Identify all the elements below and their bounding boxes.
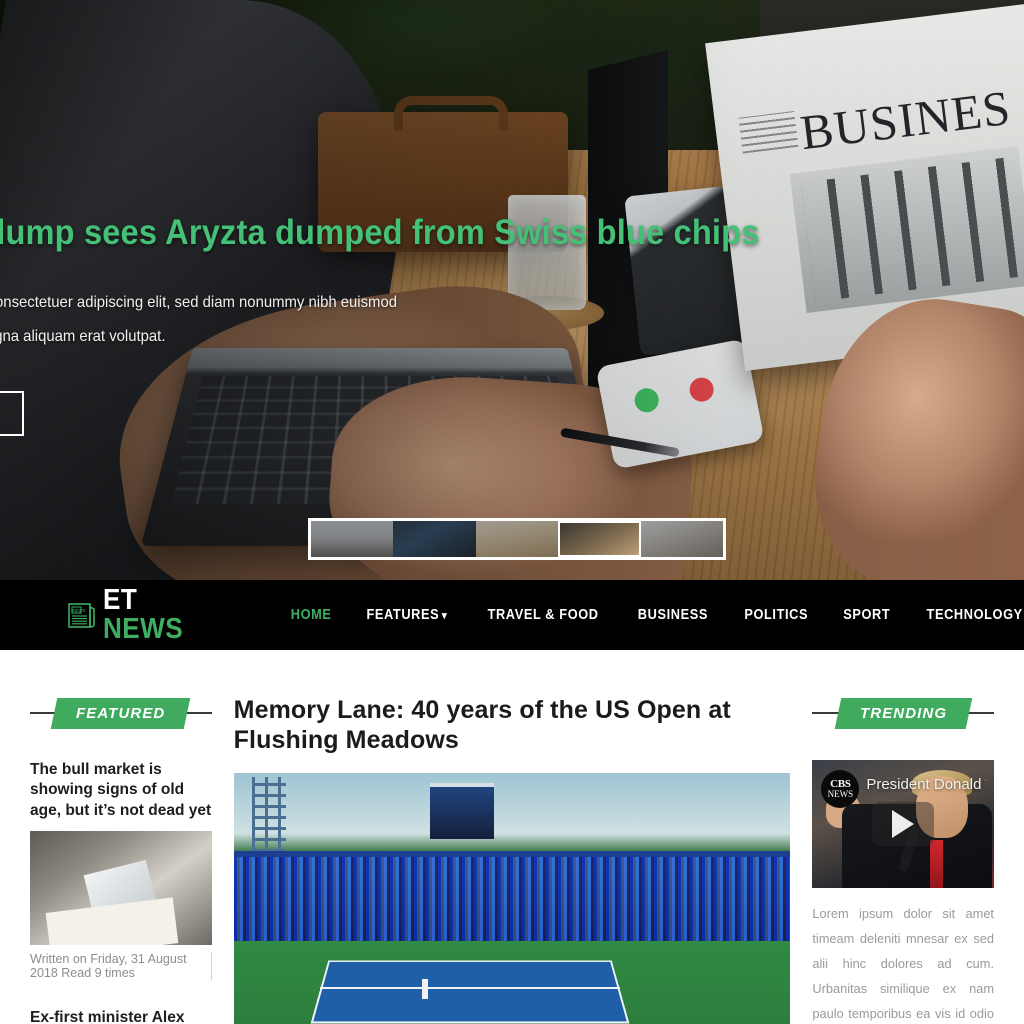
nav-item-features[interactable]: FEATURES ▾: [367, 607, 448, 623]
featured-article-2-title[interactable]: Ex-first minister Alex Salmond denies: [30, 1008, 212, 1024]
featured-article-1-meta: Written on Friday, 31 August 2018 Read 9…: [30, 952, 212, 981]
main-article-image[interactable]: [233, 773, 791, 1024]
nav-label-features: FEATURES: [366, 607, 440, 623]
hero-headline[interactable]: price slump sees Aryzta dumped from Swis…: [0, 213, 759, 252]
trending-section-header: TRENDING: [812, 696, 994, 730]
nav-label-business: BUSINESS: [638, 607, 709, 623]
brand-et: ET: [103, 584, 138, 616]
nav-item-business[interactable]: BUSINESS: [638, 607, 708, 623]
featured-article-1-title[interactable]: The bull market is showing signs of old …: [30, 760, 212, 821]
featured-article-1-image[interactable]: [30, 831, 212, 946]
nav-label-home: HOME: [290, 607, 332, 623]
trending-excerpt: Lorem ipsum dolor sit amet timeam deleni…: [812, 906, 994, 1021]
featured-section-header: FEATURED: [30, 696, 212, 730]
featured-badge-label: FEATURED: [76, 704, 166, 722]
nav-item-technology[interactable]: TECHNOLOGY: [927, 607, 1023, 623]
featured-badge: FEATURED: [50, 697, 191, 729]
trending-column: TRENDING CBS NEWS President Donald Tru..…: [812, 696, 994, 1024]
slide-thumb-4[interactable]: [558, 521, 641, 557]
slider-thumbnail-strip[interactable]: [308, 518, 726, 560]
nav-label-politics: POLITICS: [744, 607, 809, 623]
hero-subtitle-line-1: dolor sit amet, consectetuer adipiscing …: [0, 294, 398, 312]
slide-thumb-1[interactable]: [311, 521, 394, 557]
tennis-court-net-line: [319, 987, 620, 989]
tennis-player: [421, 979, 428, 999]
featured-article-1[interactable]: The bull market is showing signs of old …: [30, 760, 212, 982]
nav-label-technology: TECHNOLOGY: [926, 607, 1023, 623]
slide-thumb-3[interactable]: [475, 521, 559, 557]
speaker-tie: [930, 840, 944, 888]
site-logo[interactable]: NEWS ET NEWS: [68, 586, 192, 644]
stadium-scoreboard: [429, 783, 494, 839]
nav-label-sport: SPORT: [842, 607, 890, 623]
cbs-badge-line-2: NEWS: [827, 789, 854, 799]
tennis-court: [310, 960, 630, 1024]
nav-label-travel-and-food: TRAVEL & FOOD: [487, 607, 599, 623]
nav-item-travel-and-food[interactable]: TRAVEL & FOOD: [488, 607, 599, 623]
nav-item-politics[interactable]: POLITICS: [744, 607, 808, 623]
brand-news: NEWS: [103, 613, 184, 645]
newspaper-icon: NEWS: [68, 600, 96, 630]
brand-text: ET NEWS: [103, 586, 183, 644]
svg-text:NEWS: NEWS: [72, 608, 85, 613]
main-article-column: Memory Lane: 40 years of the US Open at …: [233, 696, 791, 1024]
trending-badge: TRENDING: [834, 697, 973, 729]
slide-thumb-5[interactable]: [640, 521, 724, 557]
hero-slider[interactable]: BUSINES 2018 price slump sees Aryzta dum…: [0, 0, 1024, 580]
nav-item-sport[interactable]: SPORT: [843, 607, 890, 623]
hero-subtitle: dolor sit amet, consectetuer adipiscing …: [0, 286, 643, 353]
main-article-title[interactable]: Memory Lane: 40 years of the US Open at …: [234, 696, 791, 755]
featured-list-spacer: [30, 982, 212, 1008]
stadium-crowd: [233, 857, 791, 949]
slide-thumb-2[interactable]: [393, 521, 476, 557]
chevron-down-icon: ▾: [442, 610, 448, 622]
hero-subtitle-line-2: oreet dolore magna aliquam erat volutpat…: [0, 327, 166, 345]
hero-caption: 2018 price slump sees Aryzta dumped from…: [0, 142, 759, 437]
featured-article-2[interactable]: Ex-first minister Alex Salmond denies: [30, 1008, 212, 1024]
nav-links: HOME FEATURES ▾ TRAVEL & FOOD BUSINESS PO…: [288, 607, 1024, 623]
main-navigation-bar: NEWS ET NEWS HOME FEATURES ▾ TRAVEL & FOO…: [0, 580, 1024, 650]
content-area: FEATURED The bull market is showing sign…: [0, 650, 1024, 1024]
hero-cta-button[interactable]: SS NEWS: [0, 391, 25, 437]
featured-column: FEATURED The bull market is showing sign…: [30, 696, 212, 1024]
video-title[interactable]: President Donald Tru...: [866, 776, 986, 793]
trending-badge-label: TRENDING: [859, 704, 947, 722]
play-icon[interactable]: [892, 810, 915, 838]
trending-video-player[interactable]: CBS NEWS President Donald Tru...: [812, 760, 994, 888]
nav-item-home[interactable]: HOME: [291, 607, 332, 623]
